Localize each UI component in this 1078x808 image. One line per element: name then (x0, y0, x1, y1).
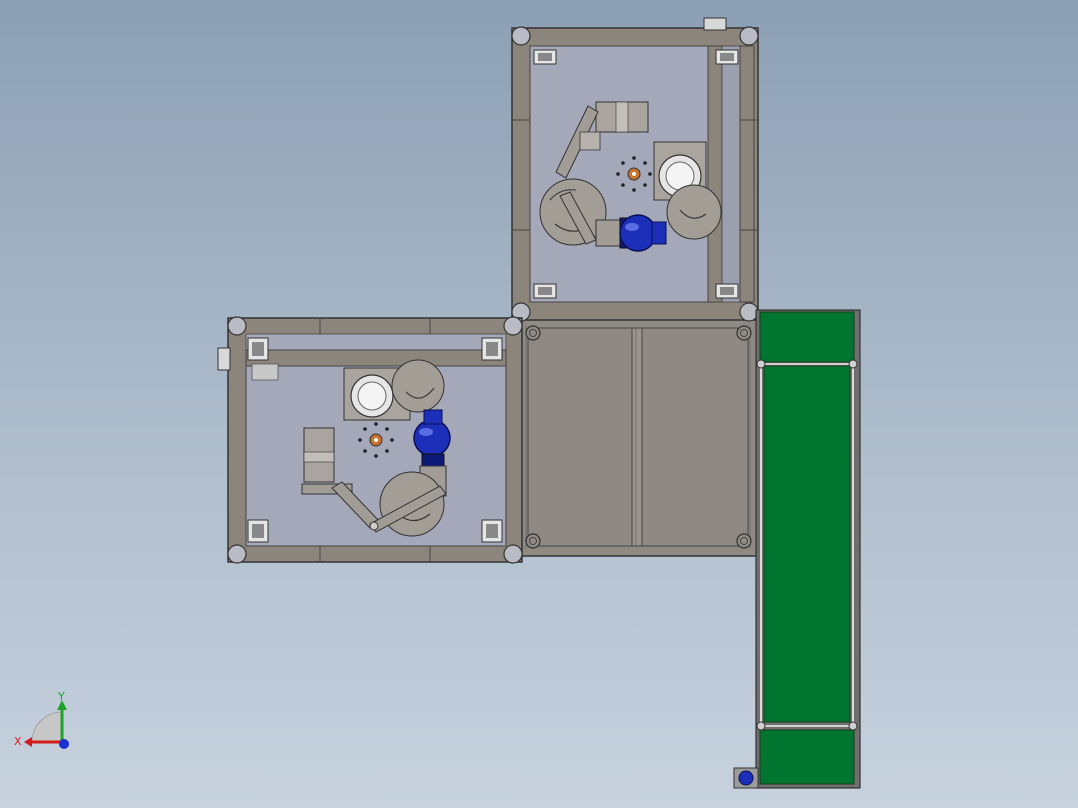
machine-station-upper[interactable] (511, 17, 759, 322)
caster (533, 283, 557, 299)
conveyor-drive-motor (733, 767, 759, 789)
caster (247, 519, 269, 543)
caster (533, 49, 557, 65)
caster (247, 337, 269, 361)
cad-viewport[interactable]: Y X (0, 0, 1078, 808)
coordinate-triad: Y X (14, 690, 69, 749)
caster (481, 337, 503, 361)
cad-assembly-view[interactable]: Y X (0, 0, 1078, 808)
y-axis-label: Y (57, 690, 65, 703)
caster (481, 519, 503, 543)
caster (715, 283, 739, 299)
caster (715, 49, 739, 65)
x-axis-label: X (14, 735, 22, 748)
center-frame[interactable] (517, 317, 759, 557)
machine-station-lower[interactable] (217, 316, 523, 564)
